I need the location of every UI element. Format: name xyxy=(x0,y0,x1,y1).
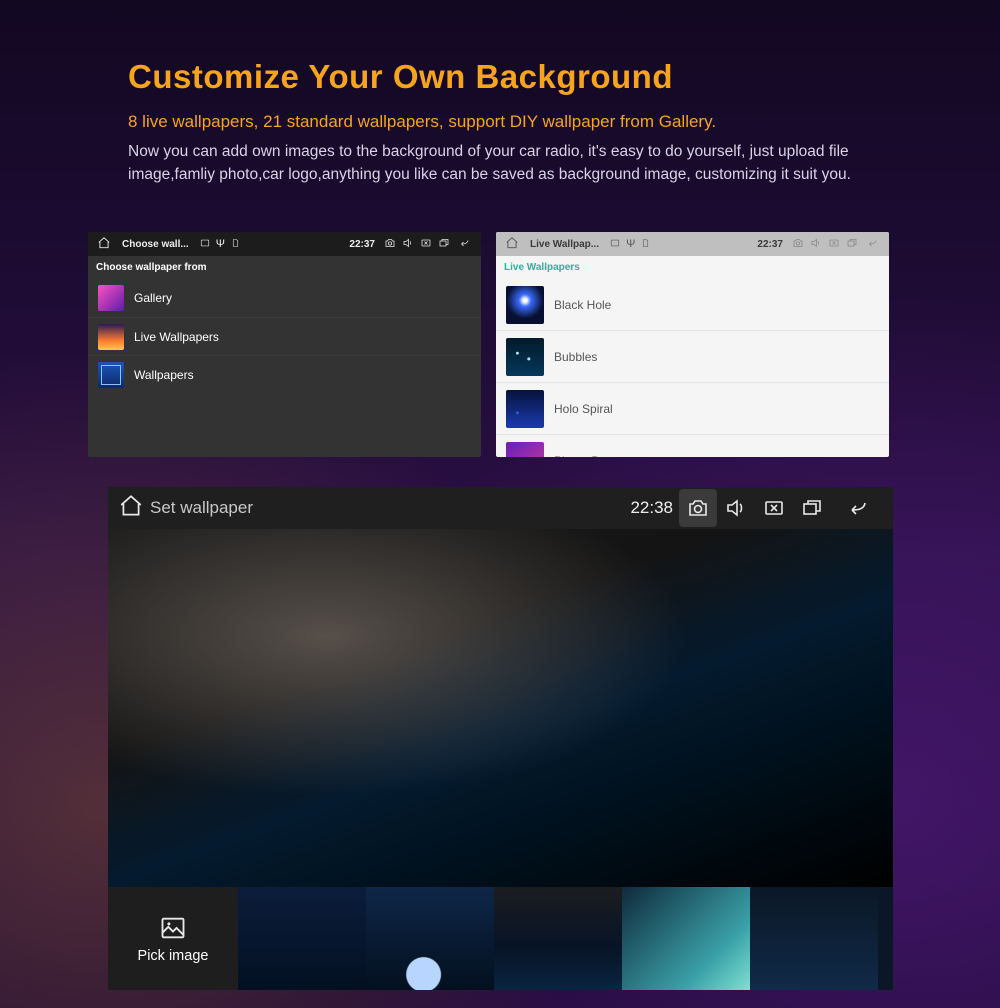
screen-title: Choose wall... xyxy=(122,239,189,250)
gallery-status-icon xyxy=(607,238,623,251)
wallpaper-thumb[interactable] xyxy=(878,887,893,990)
wallpaper-thumb[interactable] xyxy=(238,887,366,990)
marketing-header: Customize Your Own Background 8 live wal… xyxy=(0,0,860,187)
gallery-thumb-icon xyxy=(98,285,124,311)
option-label: Holo Spiral xyxy=(554,402,613,416)
home-icon[interactable] xyxy=(118,493,144,524)
recent-apps-icon[interactable] xyxy=(843,237,861,252)
option-label: Phase Beam xyxy=(554,454,623,458)
wallpaper-thumb[interactable] xyxy=(622,887,750,990)
close-app-icon[interactable] xyxy=(825,237,843,252)
wallpaper-thumb-icon xyxy=(506,390,544,428)
recent-apps-icon[interactable] xyxy=(793,489,831,527)
back-icon[interactable] xyxy=(861,237,883,252)
back-icon[interactable] xyxy=(453,237,475,252)
page-subtitle: 8 live wallpapers, 21 standard wallpaper… xyxy=(128,112,860,132)
screen-set-wallpaper: Set wallpaper 22:38 Pick image xyxy=(108,487,893,990)
screenshot-icon[interactable] xyxy=(789,237,807,252)
option-label: Gallery xyxy=(134,291,172,305)
option-label: Live Wallpapers xyxy=(134,330,219,344)
recent-apps-icon[interactable] xyxy=(435,237,453,252)
page-title: Customize Your Own Background xyxy=(128,58,860,96)
clock: 22:37 xyxy=(349,239,375,250)
usb-icon: Ψ xyxy=(216,239,225,250)
wallpapers-thumb-icon xyxy=(98,362,124,388)
pick-image-button[interactable]: Pick image xyxy=(108,887,238,990)
screenshot-icon[interactable] xyxy=(381,237,399,252)
close-app-icon[interactable] xyxy=(755,489,793,527)
wallpaper-preview[interactable] xyxy=(108,529,893,887)
wallpaper-thumb[interactable] xyxy=(494,887,622,990)
gallery-status-icon xyxy=(197,238,213,251)
screen-title: Live Wallpap... xyxy=(530,239,599,250)
screen-live-wallpapers: Live Wallpap... Ψ 22:37 Live Wallpapers … xyxy=(496,232,889,457)
volume-icon[interactable] xyxy=(399,237,417,252)
wallpaper-thumb-icon xyxy=(506,286,544,324)
screen-choose-wallpaper: Choose wall... Ψ 22:37 Choose wallpaper … xyxy=(88,232,481,457)
clock: 22:37 xyxy=(757,239,783,250)
option-phase-beam[interactable]: Phase Beam xyxy=(496,435,889,457)
volume-icon[interactable] xyxy=(807,237,825,252)
option-bubbles[interactable]: Bubbles xyxy=(496,331,889,383)
option-wallpapers[interactable]: Wallpapers xyxy=(88,355,481,393)
option-label: Bubbles xyxy=(554,350,597,364)
status-bar: Set wallpaper 22:38 xyxy=(108,487,893,529)
status-bar: Choose wall... Ψ 22:37 xyxy=(88,232,481,256)
option-live-wallpapers[interactable]: Live Wallpapers xyxy=(88,317,481,355)
usb-icon: Ψ xyxy=(626,239,635,250)
status-bar: Live Wallpap... Ψ 22:37 xyxy=(496,232,889,256)
section-heading: Live Wallpapers xyxy=(496,256,889,279)
volume-icon[interactable] xyxy=(717,489,755,527)
wallpaper-thumb[interactable] xyxy=(366,887,494,990)
home-icon[interactable] xyxy=(94,236,114,253)
section-heading: Choose wallpaper from xyxy=(88,256,481,279)
screenshot-icon[interactable] xyxy=(679,489,717,527)
sd-card-icon xyxy=(638,238,653,251)
page-body: Now you can add own images to the backgr… xyxy=(128,140,860,187)
option-holo-spiral[interactable]: Holo Spiral xyxy=(496,383,889,435)
back-icon[interactable] xyxy=(831,489,883,527)
wallpaper-thumb-icon xyxy=(506,338,544,376)
option-black-hole[interactable]: Black Hole xyxy=(496,279,889,331)
option-label: Black Hole xyxy=(554,298,611,312)
close-app-icon[interactable] xyxy=(417,237,435,252)
sd-card-icon xyxy=(228,238,243,251)
live-wallpapers-thumb-icon xyxy=(98,324,124,350)
image-icon xyxy=(156,914,190,942)
screen-title: Set wallpaper xyxy=(150,498,253,518)
option-label: Wallpapers xyxy=(134,368,194,382)
wallpaper-strip: Pick image xyxy=(108,887,893,990)
home-icon[interactable] xyxy=(502,236,522,253)
wallpaper-thumb[interactable] xyxy=(750,887,878,990)
clock: 22:38 xyxy=(630,498,673,518)
pick-image-label: Pick image xyxy=(138,948,209,964)
option-gallery[interactable]: Gallery xyxy=(88,279,481,317)
wallpaper-thumb-icon xyxy=(506,442,544,458)
